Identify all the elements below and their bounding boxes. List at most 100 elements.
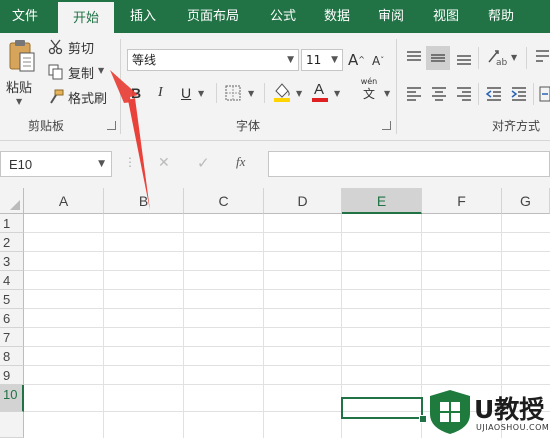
column-header-b[interactable]: B	[104, 188, 184, 214]
row-header-8[interactable]: 8	[0, 347, 24, 366]
format-painter-label: 格式刷	[68, 92, 108, 107]
formula-input[interactable]	[268, 151, 550, 177]
align-bottom-icon[interactable]	[455, 49, 473, 67]
column-header-e[interactable]: E	[342, 188, 422, 214]
tab-data[interactable]: 数据	[312, 0, 362, 33]
decrease-font-button[interactable]: Aˇ	[372, 49, 390, 71]
watermark-url: UJIAOSHOU.COM	[476, 423, 550, 432]
chevron-down-icon[interactable]: ▼	[334, 89, 340, 98]
chevron-down-icon[interactable]: ▼	[248, 89, 254, 98]
column-header-c[interactable]: C	[184, 188, 264, 214]
selected-cell[interactable]	[341, 397, 423, 419]
format-painter-button[interactable]: 格式刷	[48, 87, 112, 107]
align-center-icon[interactable]	[430, 85, 448, 103]
row-header-6[interactable]: 6	[0, 309, 24, 328]
align-middle-icon	[431, 54, 445, 62]
increase-indent-icon[interactable]	[510, 85, 528, 103]
paintbrush-icon	[50, 89, 64, 104]
font-color-button[interactable]: A	[311, 81, 329, 103]
font-color-icon: A	[314, 81, 325, 98]
tab-file[interactable]: 文件	[0, 0, 50, 33]
copy-button[interactable]: 复制 ▼	[48, 62, 108, 82]
scissors-icon	[48, 39, 63, 55]
tab-review[interactable]: 审阅	[366, 0, 416, 33]
merge-center-icon[interactable]	[539, 85, 550, 103]
chevron-down-icon[interactable]: ▼	[296, 89, 302, 98]
shield-icon	[430, 390, 470, 434]
copy-label: 复制	[68, 67, 95, 82]
tab-help[interactable]: 帮助	[476, 0, 526, 33]
tab-formulas[interactable]: 公式	[258, 0, 308, 33]
increase-font-icon: A	[348, 51, 359, 69]
chevron-down-icon: ▼	[98, 66, 105, 75]
italic-button[interactable]: I	[158, 85, 163, 101]
tab-view[interactable]: 视图	[421, 0, 471, 33]
row-header-3[interactable]: 3	[0, 252, 24, 271]
cut-label: 剪切	[68, 42, 95, 57]
increase-font-button[interactable]: A^	[348, 49, 366, 71]
svg-text:ab: ab	[496, 58, 508, 67]
tab-insert[interactable]: 插入	[118, 0, 168, 33]
align-top-icon[interactable]	[405, 49, 423, 67]
row-header-7[interactable]: 7	[0, 328, 24, 347]
row-header-1[interactable]: 1	[0, 214, 24, 233]
select-all-triangle-icon	[10, 200, 20, 210]
decrease-indent-icon[interactable]	[485, 85, 503, 103]
fill-color-icon[interactable]	[272, 81, 292, 103]
dialog-launcher-icon[interactable]	[382, 121, 391, 130]
align-middle-button[interactable]	[426, 46, 450, 70]
chevron-down-icon[interactable]: ▼	[198, 89, 204, 98]
formula-bar-area: E10 ▼ ⋮ ✕ ✓ fx	[0, 141, 550, 188]
font-color-swatch	[312, 98, 328, 102]
watermark-brand: U教授	[474, 395, 545, 424]
divider	[533, 83, 534, 105]
bold-button[interactable]: B	[131, 85, 141, 101]
column-header-f[interactable]: F	[422, 188, 502, 214]
watermark-logo: U教授 UJIAOSHOU.COM	[428, 388, 550, 438]
row-header-5[interactable]: 5	[0, 290, 24, 309]
wrap-text-icon[interactable]	[535, 47, 550, 67]
align-right-icon[interactable]	[455, 85, 473, 103]
ribbon-tab-bar: 文件 开始 插入 页面布局 公式 数据 审阅 视图 帮助	[0, 0, 550, 33]
borders-icon[interactable]	[225, 85, 241, 101]
column-header-d[interactable]: D	[264, 188, 342, 214]
paste-button[interactable]: 粘贴 ▼	[6, 39, 42, 109]
row-header-10[interactable]: 10	[0, 385, 24, 412]
chevron-down-icon: ▼	[287, 55, 294, 65]
select-all-button[interactable]	[0, 188, 24, 214]
underline-button[interactable]: U	[181, 85, 191, 101]
phonetic-guide-button[interactable]: wén 文	[357, 77, 381, 105]
row-header-4[interactable]: 4	[0, 271, 24, 290]
chevron-down-icon[interactable]: ▼	[511, 53, 517, 62]
dialog-launcher-icon[interactable]	[107, 121, 116, 130]
caret-up-icon: ^	[358, 55, 365, 64]
row-header-9[interactable]: 9	[0, 366, 24, 385]
font-size-select[interactable]: 11 ▼	[301, 49, 343, 71]
align-left-icon[interactable]	[405, 85, 423, 103]
clipboard-group-label: 剪贴板	[28, 119, 65, 133]
chevron-down-icon: ▼	[16, 97, 23, 106]
phonetic-bottom: 文	[362, 87, 375, 101]
cut-button[interactable]: 剪切	[48, 37, 108, 57]
column-header-g[interactable]: G	[502, 188, 550, 214]
chevron-down-icon[interactable]: ▼	[384, 89, 390, 98]
insert-function-icon[interactable]: fx	[236, 154, 245, 170]
tab-page-layout[interactable]: 页面布局	[176, 0, 250, 33]
column-header-a[interactable]: A	[24, 188, 104, 214]
divider	[478, 83, 479, 105]
tab-home[interactable]: 开始	[58, 0, 114, 33]
chevron-down-icon: ▼	[331, 55, 338, 65]
name-box-value: E10	[9, 157, 33, 172]
group-divider	[396, 39, 397, 134]
orientation-icon[interactable]: ab	[486, 47, 508, 67]
gridline	[183, 214, 184, 438]
worksheet-grid[interactable]: A B C D E F G 1 2 3 4 5 6 7 8 9 10 U教授 U…	[0, 188, 550, 438]
enter-icon[interactable]: ✓	[197, 154, 210, 172]
cancel-icon[interactable]: ✕	[158, 155, 170, 171]
fill-handle[interactable]	[419, 415, 427, 423]
row-header-2[interactable]: 2	[0, 233, 24, 252]
row-header-11[interactable]	[0, 412, 24, 438]
paste-label: 粘贴	[6, 81, 33, 96]
font-name-select[interactable]: 等线 ▼	[127, 49, 299, 71]
name-box[interactable]: E10 ▼	[0, 151, 112, 177]
